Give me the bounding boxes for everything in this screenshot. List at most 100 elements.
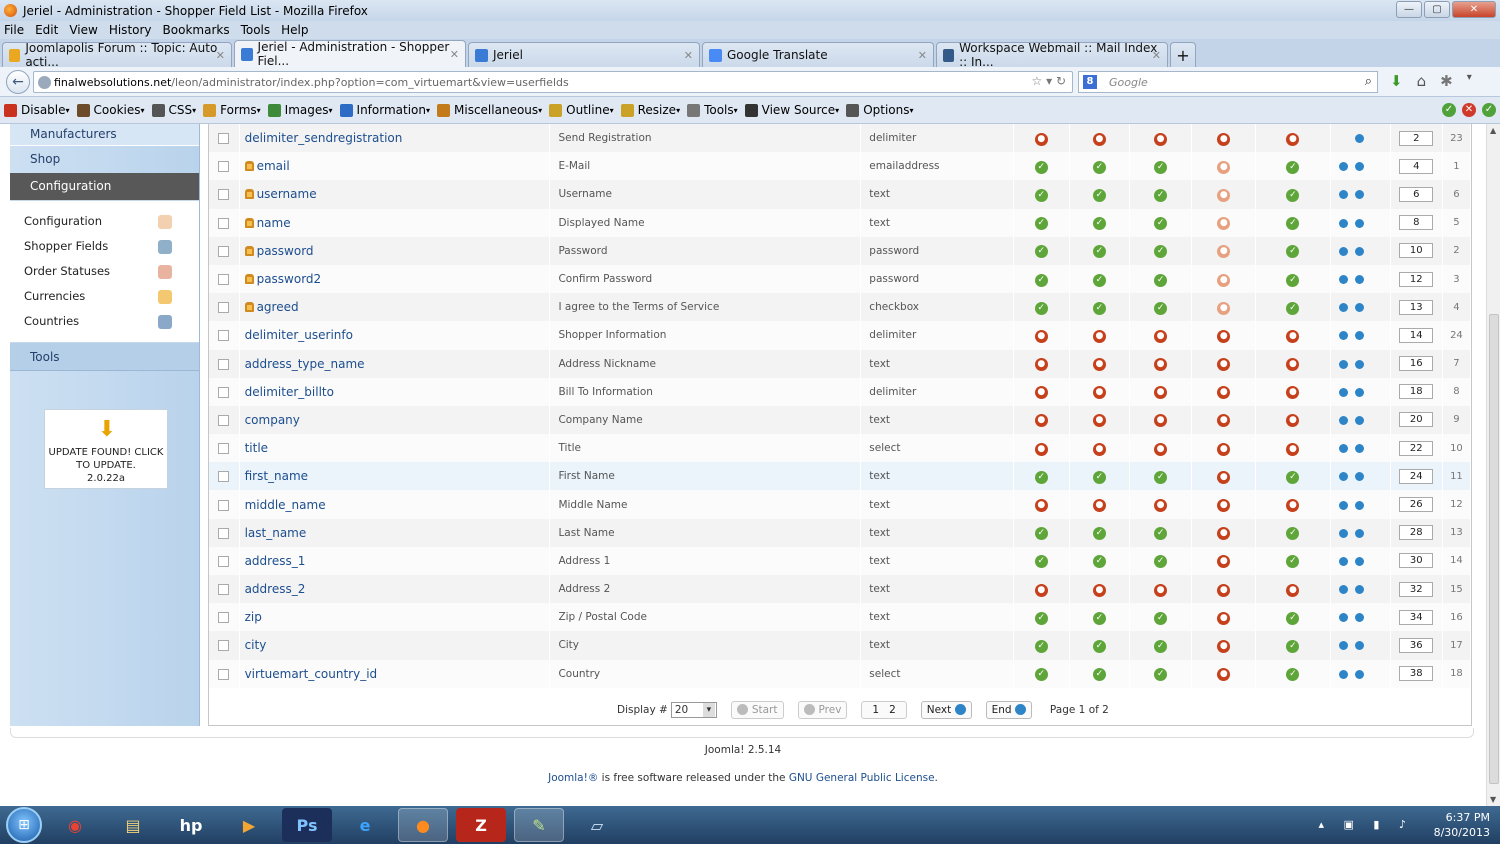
- move-up-icon[interactable]: [1338, 444, 1348, 454]
- row-checkbox[interactable]: [218, 555, 230, 567]
- sidebar-item-manufacturers[interactable]: Manufacturers: [10, 124, 199, 146]
- unpublished-icon[interactable]: ●: [1092, 442, 1106, 456]
- move-down-icon[interactable]: [1354, 162, 1364, 172]
- published-check-icon[interactable]: ✓: [1286, 470, 1300, 484]
- ordering-input[interactable]: 28: [1399, 525, 1434, 541]
- editor-taskbar-icon[interactable]: ✎: [514, 808, 564, 842]
- field-name-link[interactable]: city: [245, 638, 267, 652]
- published-check-icon[interactable]: ✓: [1286, 188, 1300, 202]
- unpublished-icon[interactable]: ●: [1217, 188, 1231, 202]
- move-down-icon[interactable]: [1354, 528, 1364, 538]
- unpublished-icon[interactable]: ●: [1154, 414, 1168, 428]
- published-check-icon[interactable]: ✓: [1092, 188, 1106, 202]
- field-name-link[interactable]: delimiter_userinfo: [245, 328, 353, 342]
- table-row[interactable]: username Username text ✓ ✓ ✓ ● ✓ 6 6: [209, 180, 1472, 209]
- ordering-input[interactable]: 24: [1399, 468, 1434, 484]
- devbar-images[interactable]: Images ▾: [267, 103, 333, 117]
- unpublished-icon[interactable]: ●: [1034, 583, 1048, 597]
- move-down-icon[interactable]: [1354, 500, 1364, 510]
- ordering-input[interactable]: 8: [1399, 215, 1434, 231]
- unpublished-icon[interactable]: ●: [1286, 386, 1300, 400]
- table-row[interactable]: address_type_name Address Nickname text ● ● ●…: [209, 349, 1472, 378]
- joomla-link[interactable]: Joomla!®: [548, 772, 598, 784]
- page-1-link[interactable]: 1: [872, 702, 879, 718]
- move-down-icon[interactable]: [1354, 585, 1364, 595]
- move-up-icon[interactable]: [1338, 387, 1348, 397]
- table-row[interactable]: city City text ✓ ✓ ✓ ● ✓ 36 17: [209, 631, 1472, 660]
- published-check-icon[interactable]: ✓: [1092, 217, 1106, 231]
- unpublished-icon[interactable]: ●: [1286, 132, 1300, 146]
- move-up-icon[interactable]: [1338, 190, 1348, 200]
- scroll-up-icon[interactable]: ▲: [1490, 126, 1496, 135]
- published-check-icon[interactable]: ✓: [1034, 527, 1048, 541]
- field-name-link[interactable]: password: [257, 244, 314, 258]
- published-check-icon[interactable]: ✓: [1154, 611, 1168, 625]
- move-down-icon[interactable]: [1354, 472, 1364, 482]
- published-check-icon[interactable]: ✓: [1092, 639, 1106, 653]
- table-row[interactable]: last_name Last Name text ✓ ✓ ✓ ● ✓ 28 13: [209, 518, 1472, 547]
- display-limit-select[interactable]: 20: [670, 701, 717, 718]
- move-down-icon[interactable]: [1354, 444, 1364, 454]
- published-check-icon[interactable]: ✓: [1154, 273, 1168, 287]
- menu-item-help[interactable]: Help: [281, 23, 308, 37]
- row-checkbox[interactable]: [218, 133, 230, 145]
- new-tab-button[interactable]: +: [1170, 42, 1196, 67]
- table-row[interactable]: company Company Name text ● ● ● ● ● 20 9: [209, 405, 1472, 435]
- unpublished-icon[interactable]: ●: [1286, 442, 1300, 456]
- field-name-link[interactable]: name: [257, 216, 291, 230]
- ordering-input[interactable]: 18: [1399, 384, 1434, 400]
- published-check-icon[interactable]: ✓: [1154, 301, 1168, 315]
- unpublished-icon[interactable]: ●: [1154, 132, 1168, 146]
- system-tray-icons[interactable]: ▴ ▣ ▮ ♪: [1319, 818, 1414, 831]
- unpublished-icon[interactable]: ●: [1092, 583, 1106, 597]
- unpublished-icon[interactable]: ●: [1286, 414, 1300, 428]
- search-input[interactable]: 8 Google ⌕: [1078, 71, 1378, 93]
- check-icon[interactable]: ✓: [1482, 103, 1496, 117]
- menu-item-tools[interactable]: Tools: [241, 23, 271, 37]
- row-checkbox[interactable]: [218, 640, 230, 652]
- published-check-icon[interactable]: ✓: [1034, 470, 1048, 484]
- published-check-icon[interactable]: ✓: [1034, 160, 1048, 174]
- table-row[interactable]: address_1 Address 1 text ✓ ✓ ✓ ● ✓ 30 14: [209, 546, 1472, 575]
- move-down-icon[interactable]: [1354, 556, 1364, 566]
- ordering-input[interactable]: 34: [1399, 609, 1434, 625]
- move-down-icon[interactable]: [1354, 303, 1364, 313]
- next-button[interactable]: Next: [920, 700, 972, 719]
- firefox-taskbar-icon[interactable]: ●: [398, 808, 448, 842]
- unpublished-icon[interactable]: ●: [1217, 527, 1231, 541]
- row-checkbox[interactable]: [218, 414, 230, 426]
- published-check-icon[interactable]: ✓: [1154, 188, 1168, 202]
- published-check-icon[interactable]: ✓: [1034, 188, 1048, 202]
- move-up-icon[interactable]: [1338, 359, 1348, 369]
- ordering-input[interactable]: 22: [1399, 440, 1434, 456]
- field-name-link[interactable]: zip: [245, 610, 262, 624]
- move-down-icon[interactable]: [1354, 415, 1364, 425]
- system-clock[interactable]: 6:37 PM 8/30/2013: [1434, 810, 1490, 840]
- table-row[interactable]: email E-Mail emailaddress ✓ ✓ ✓ ● ✓ 4 1: [209, 152, 1472, 181]
- end-button[interactable]: End: [985, 700, 1032, 719]
- move-down-icon[interactable]: [1354, 134, 1364, 144]
- field-name-link[interactable]: agreed: [257, 300, 299, 314]
- unpublished-icon[interactable]: ●: [1034, 358, 1048, 372]
- unpublished-icon[interactable]: ●: [1217, 470, 1231, 484]
- unpublished-icon[interactable]: ●: [1154, 358, 1168, 372]
- ordering-input[interactable]: 6: [1399, 186, 1434, 202]
- devbar-miscellaneous[interactable]: Miscellaneous ▾: [437, 103, 542, 117]
- explorer-taskbar-icon[interactable]: ▤: [108, 808, 158, 842]
- close-tab-icon[interactable]: ✕: [450, 48, 459, 61]
- table-row[interactable]: name Displayed Name text ✓ ✓ ✓ ● ✓ 8 5: [209, 208, 1472, 237]
- published-check-icon[interactable]: ✓: [1092, 527, 1106, 541]
- row-checkbox[interactable]: [218, 386, 230, 398]
- table-row[interactable]: agreed I agree to the Terms of Service che…: [209, 293, 1472, 322]
- row-checkbox[interactable]: [218, 330, 230, 342]
- published-check-icon[interactable]: ✓: [1034, 555, 1048, 569]
- row-checkbox[interactable]: [218, 584, 230, 596]
- ordering-input[interactable]: 36: [1399, 637, 1434, 653]
- unpublished-icon[interactable]: ●: [1092, 132, 1106, 146]
- download-icon[interactable]: ⬇: [1390, 72, 1403, 90]
- row-checkbox[interactable]: [218, 499, 230, 511]
- unpublished-icon[interactable]: ●: [1154, 329, 1168, 343]
- unpublished-icon[interactable]: ●: [1217, 358, 1231, 372]
- row-checkbox[interactable]: [218, 443, 230, 455]
- unpublished-icon[interactable]: ●: [1034, 329, 1048, 343]
